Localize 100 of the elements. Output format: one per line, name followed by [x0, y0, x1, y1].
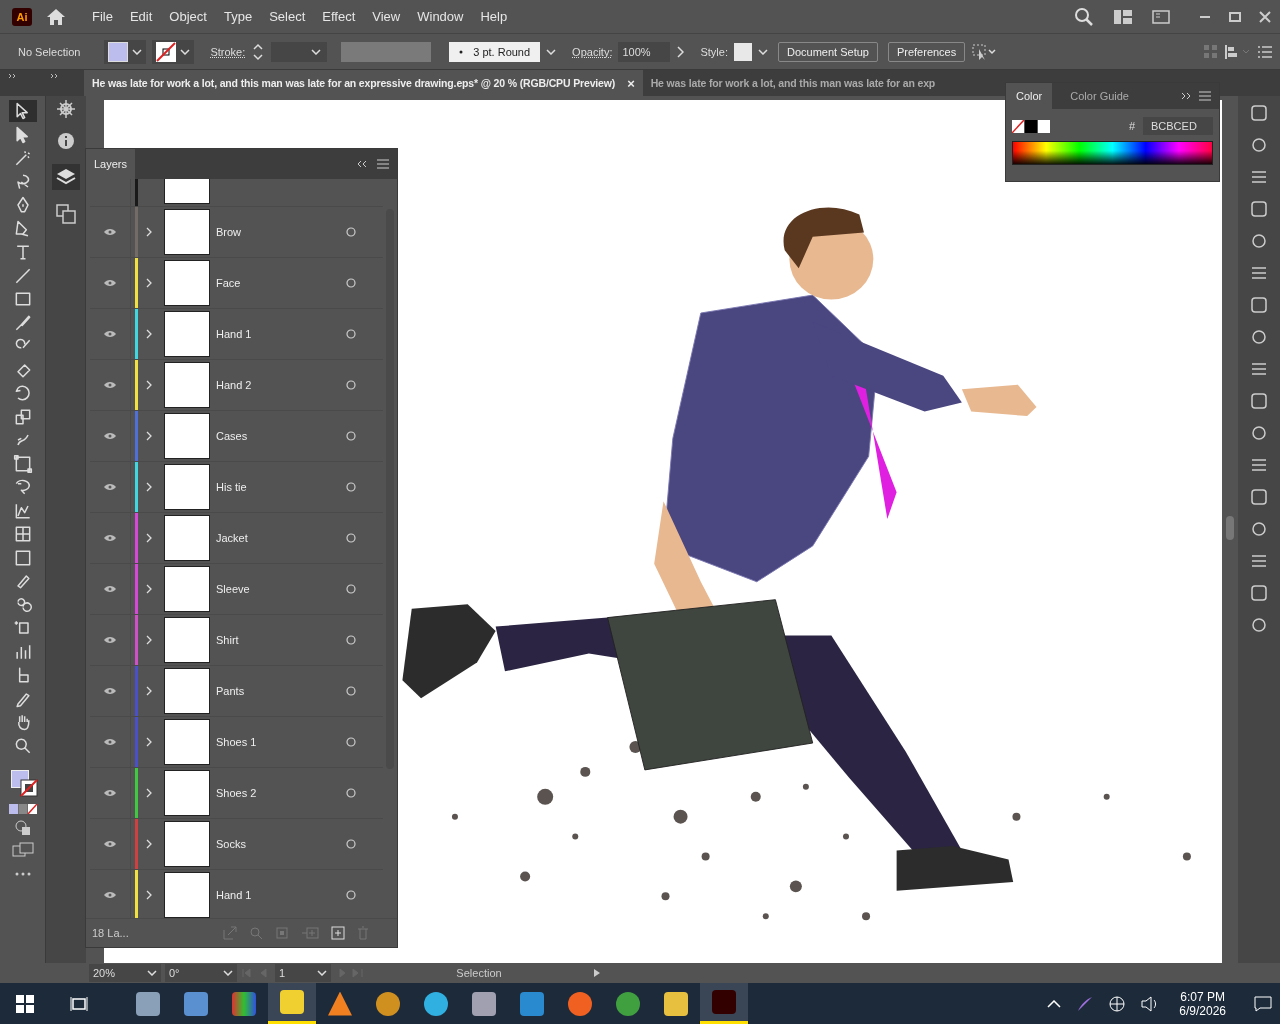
expand-icon[interactable] — [1181, 92, 1191, 100]
fill-swatch[interactable] — [108, 41, 129, 62]
rotation-dropdown[interactable]: 0° — [165, 964, 237, 982]
app-icon[interactable] — [568, 991, 592, 1016]
app-icon[interactable] — [232, 991, 256, 1016]
target-circle-icon[interactable] — [346, 380, 356, 390]
notification-icon[interactable] — [1254, 995, 1272, 1012]
color-spectrum[interactable] — [1012, 141, 1213, 165]
panel-tab[interactable]: Layers — [86, 149, 136, 179]
menu-item[interactable]: File — [92, 9, 113, 24]
layer-name[interactable]: Shirt — [210, 634, 338, 646]
eye-icon[interactable] — [104, 738, 116, 746]
app-icon[interactable] — [472, 991, 496, 1016]
artboards-icon[interactable] — [56, 204, 76, 224]
layer-name[interactable]: His tie — [210, 481, 338, 493]
document-tab[interactable]: He was late for work a lot, and this man was late for an expressive drawing.eps* @ 20 % (RGB/CPU Preview) × — [84, 70, 643, 96]
layer-name[interactable]: Hand 1 — [210, 889, 338, 901]
stroke-none-swatch[interactable] — [156, 41, 177, 62]
menu-item[interactable]: View — [372, 9, 401, 24]
app-icon[interactable] — [136, 991, 160, 1016]
eye-icon[interactable] — [104, 432, 116, 440]
select-similar-icon[interactable] — [971, 42, 998, 61]
list-icon[interactable] — [1258, 45, 1272, 58]
expand-icon[interactable] — [8, 73, 18, 79]
fill-stroke-icon[interactable] — [8, 768, 37, 798]
target-circle-icon[interactable] — [346, 788, 356, 798]
target-circle-icon[interactable] — [346, 431, 356, 441]
artboard-dropdown[interactable]: 1 — [275, 964, 331, 982]
layer-name[interactable]: Pants — [210, 685, 338, 697]
target-circle-icon[interactable] — [346, 890, 356, 900]
target-circle-icon[interactable] — [346, 839, 356, 849]
app-logo-icon[interactable]: Ai — [12, 7, 32, 26]
menu-icon[interactable] — [377, 159, 389, 169]
eye-icon[interactable] — [104, 840, 116, 848]
caret-icon[interactable] — [180, 48, 191, 55]
clock-time[interactable]: 6:07 PM — [1180, 989, 1225, 1004]
layer-name[interactable]: Jacket — [210, 532, 338, 544]
layer-name[interactable]: Brow — [210, 226, 338, 238]
target-circle-icon[interactable] — [346, 227, 356, 237]
toolbar-button[interactable]: Preferences — [887, 41, 966, 62]
new-layer-icon[interactable] — [331, 926, 345, 940]
caret-icon[interactable] — [311, 48, 322, 55]
eye-icon[interactable] — [104, 891, 116, 899]
menu-item[interactable]: Type — [223, 9, 253, 24]
taskbar-button[interactable] — [268, 983, 316, 1024]
caret-icon[interactable] — [317, 970, 327, 976]
layer-name[interactable]: Socks — [210, 838, 338, 850]
eye-icon[interactable] — [104, 381, 116, 389]
feather-icon[interactable] — [1077, 995, 1094, 1012]
app-icon[interactable] — [616, 991, 640, 1016]
chevron-up-icon[interactable] — [1047, 999, 1062, 1008]
menu-item[interactable]: Window — [417, 9, 464, 24]
caret-icon[interactable] — [758, 48, 768, 55]
caret-icon[interactable] — [147, 970, 157, 976]
target-circle-icon[interactable] — [346, 635, 356, 645]
more-icon[interactable] — [14, 872, 31, 876]
eye-icon[interactable] — [104, 330, 116, 338]
workspace-icon[interactable] — [1114, 9, 1132, 24]
swatch-presets-icon[interactable] — [1012, 119, 1050, 133]
eye-icon[interactable] — [104, 636, 116, 644]
layer-name[interactable]: Shoes 2 — [210, 787, 338, 799]
opacity-field[interactable]: 100% — [618, 41, 671, 62]
brush-dropdown[interactable]: 3 pt. Round — [449, 41, 541, 62]
close-tab-button[interactable]: × — [627, 75, 635, 91]
layer-name[interactable]: Cases — [210, 430, 338, 442]
clock-date[interactable]: 6/9/2026 — [1179, 1003, 1226, 1018]
menu-item[interactable]: Select — [269, 9, 306, 24]
hex-field[interactable]: BCBCED — [1143, 117, 1213, 135]
style-swatch[interactable] — [734, 42, 752, 61]
app-icon[interactable] — [376, 991, 400, 1016]
maximize-icon[interactable] — [1229, 10, 1241, 23]
layer-name[interactable]: Sleeve — [210, 583, 338, 595]
target-circle-icon[interactable] — [346, 329, 356, 339]
target-circle-icon[interactable] — [346, 533, 356, 543]
eye-icon[interactable] — [104, 534, 116, 542]
screen-mode-icon[interactable] — [11, 842, 34, 858]
app-icon[interactable] — [520, 991, 544, 1016]
eye-icon[interactable] — [104, 228, 116, 236]
eye-icon[interactable] — [104, 483, 116, 491]
draw-mode-icon[interactable] — [14, 820, 31, 836]
expand-icon[interactable] — [50, 73, 60, 79]
eye-icon[interactable] — [104, 789, 116, 797]
stepper-icon[interactable] — [251, 41, 266, 62]
menu-item[interactable]: Object — [169, 9, 207, 24]
toolbar-button[interactable]: Document Setup — [778, 41, 878, 62]
taskbar-button[interactable] — [700, 983, 748, 1024]
layer-name[interactable]: Hand 2 — [210, 379, 338, 391]
eye-icon[interactable] — [104, 687, 116, 695]
menu-item[interactable]: Effect — [322, 9, 356, 24]
layer-name[interactable]: Shoes 1 — [210, 736, 338, 748]
panel-tab[interactable]: Color Guide — [1060, 83, 1139, 109]
search-icon[interactable] — [1074, 6, 1094, 27]
chevron-right-icon[interactable] — [676, 45, 685, 58]
caret-icon[interactable] — [132, 48, 143, 55]
clipping-mask-icon[interactable] — [275, 926, 289, 940]
globe-icon[interactable] — [1109, 995, 1126, 1012]
target-circle-icon[interactable] — [346, 686, 356, 696]
app-icon[interactable] — [664, 991, 688, 1016]
menu-item[interactable]: Edit — [129, 9, 153, 24]
home-icon[interactable] — [46, 7, 66, 26]
